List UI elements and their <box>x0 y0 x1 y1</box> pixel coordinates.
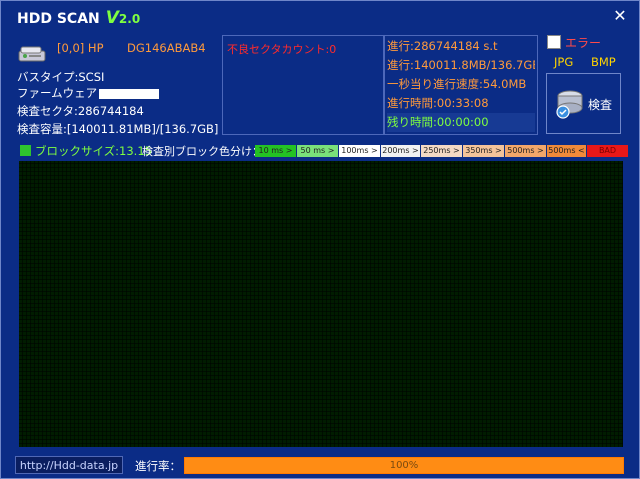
legend-row: ブロックサイズ:13.15 検査別ブロック色分け： 10 ms >50 ms >… <box>19 144 629 158</box>
drive-model: DG146ABAB4 <box>127 41 206 55</box>
legend-item: 500ms < <box>547 145 587 157</box>
website-link[interactable]: http://Hdd-data.jp <box>15 456 123 474</box>
version-v: V <box>105 8 119 28</box>
stat-elapsed: 進行時間:00:33:08 <box>387 96 489 110</box>
legend-item: 250ms > <box>421 145 463 157</box>
firmware-row: ファームウェア <box>17 85 160 101</box>
stat-remaining: 残り時間:00:00:00 <box>387 113 535 132</box>
app-title: HDD SCAN V2.0 <box>17 8 140 28</box>
stat-progress-sectors: 進行:286744184 s.t <box>387 39 498 53</box>
title-bar: HDD SCAN V2.0 ✕ <box>7 5 635 29</box>
legend-items: 10 ms >50 ms >100ms >200ms >250ms >350ms… <box>255 145 629 157</box>
error-label: エラー <box>565 36 602 50</box>
bmp-export-link[interactable]: BMP <box>591 55 616 69</box>
capacity: 検査容量:[140011.81MB]/[136.7GB] <box>17 122 219 136</box>
bad-sector-box: 不良セクタカウント:0 <box>222 35 384 135</box>
version-number: 2.0 <box>118 12 141 26</box>
progress-text: 100% <box>389 460 419 471</box>
stats-panel: 進行:286744184 s.t 進行:140011.8MB/136.7GB 一… <box>384 35 538 135</box>
bad-sector-count: 不良セクタカウント:0 <box>227 43 337 56</box>
block-scan-grid <box>19 161 623 447</box>
legend-item: 100ms > <box>339 145 381 157</box>
scan-drive-icon <box>556 90 583 119</box>
firmware-label: ファームウェア <box>17 86 98 100</box>
scan-button-label: 検査 <box>588 98 613 112</box>
legend-label: 検査別ブロック色分け： <box>142 145 263 158</box>
legend-item: 10 ms > <box>255 145 297 157</box>
progress-label: 進行率： <box>135 459 181 473</box>
error-checkbox[interactable] <box>547 35 561 49</box>
block-size: ブロックサイズ:13.15 <box>35 144 152 158</box>
sector-count: 検査セクタ:286744184 <box>17 104 144 118</box>
legend-item: 50 ms > <box>297 145 339 157</box>
drive-id: [0,0] HP <box>57 41 104 55</box>
close-button[interactable]: ✕ <box>609 5 631 27</box>
stat-progress-size: 進行:140011.8MB/136.7GB <box>387 58 535 72</box>
block-color-swatch <box>20 145 31 156</box>
scan-button[interactable]: 検査 <box>546 73 621 134</box>
jpg-export-link[interactable]: JPG <box>554 55 573 69</box>
hard-drive-icon <box>18 46 46 62</box>
stat-speed: 一秒当り進行速度:54.0MB <box>387 77 527 91</box>
app-title-text: HDD SCAN <box>17 11 100 27</box>
bus-type: バスタイプ:SCSI <box>17 70 105 84</box>
legend-item: 200ms > <box>381 145 421 157</box>
legend-item: 500ms > <box>505 145 547 157</box>
legend-item: BAD <box>587 145 629 157</box>
legend-item: 350ms > <box>463 145 505 157</box>
progress-bar: 100% <box>184 457 624 474</box>
app-window: HDD SCAN V2.0 ✕ [0,0] HP DG146ABAB4 バスタイプ… <box>0 0 640 479</box>
firmware-value-box <box>99 88 160 99</box>
